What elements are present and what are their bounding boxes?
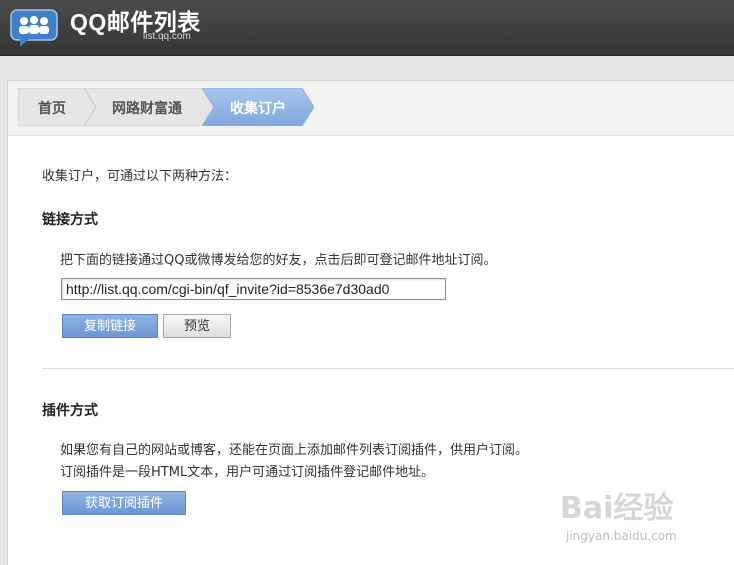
breadcrumb-item-current[interactable]: 收集订户 (202, 88, 314, 126)
watermark-logo: Bai经验 (560, 491, 674, 526)
breadcrumb-label: 收集订户 (230, 101, 286, 117)
get-plugin-button[interactable]: 获取订阅插件 (62, 491, 186, 515)
plugin-section-line2: 订阅插件是一段HTML文本，用户可通过订阅插件登记邮件地址。 (60, 465, 435, 480)
plugin-section-title: 插件方式 (42, 403, 98, 419)
intro-text: 收集订户，可通过以下两种方法： (42, 169, 238, 184)
breadcrumb: 首页 网路财富通 收集订户 (8, 81, 734, 136)
breadcrumb-label: 首页 (38, 101, 66, 117)
brand-subtitle: list.qq.com (143, 31, 191, 42)
link-section-title: 链接方式 (42, 212, 98, 228)
watermark-url: jingyan.baidu.com (566, 529, 677, 543)
invite-url-field[interactable]: http://list.qq.com/cgi-bin/qf_invite?id=… (61, 278, 446, 300)
copy-link-button[interactable]: 复制链接 (62, 314, 158, 338)
plugin-section-line1: 如果您有自己的网站或博客，还能在页面上添加邮件列表订阅插件，供用户订阅。 (60, 443, 529, 458)
section-divider (42, 368, 734, 369)
top-bar: QQ邮件列表 list.qq.com (0, 0, 734, 56)
preview-button[interactable]: 预览 (163, 314, 231, 338)
link-section-description: 把下面的链接通过QQ或微博发给您的好友，点击后即可登记邮件地址订阅。 (60, 253, 497, 268)
breadcrumb-label: 网路财富通 (112, 101, 182, 117)
people-chat-icon[interactable] (10, 9, 60, 47)
breadcrumb-item-category[interactable]: 网路财富通 (84, 88, 214, 126)
